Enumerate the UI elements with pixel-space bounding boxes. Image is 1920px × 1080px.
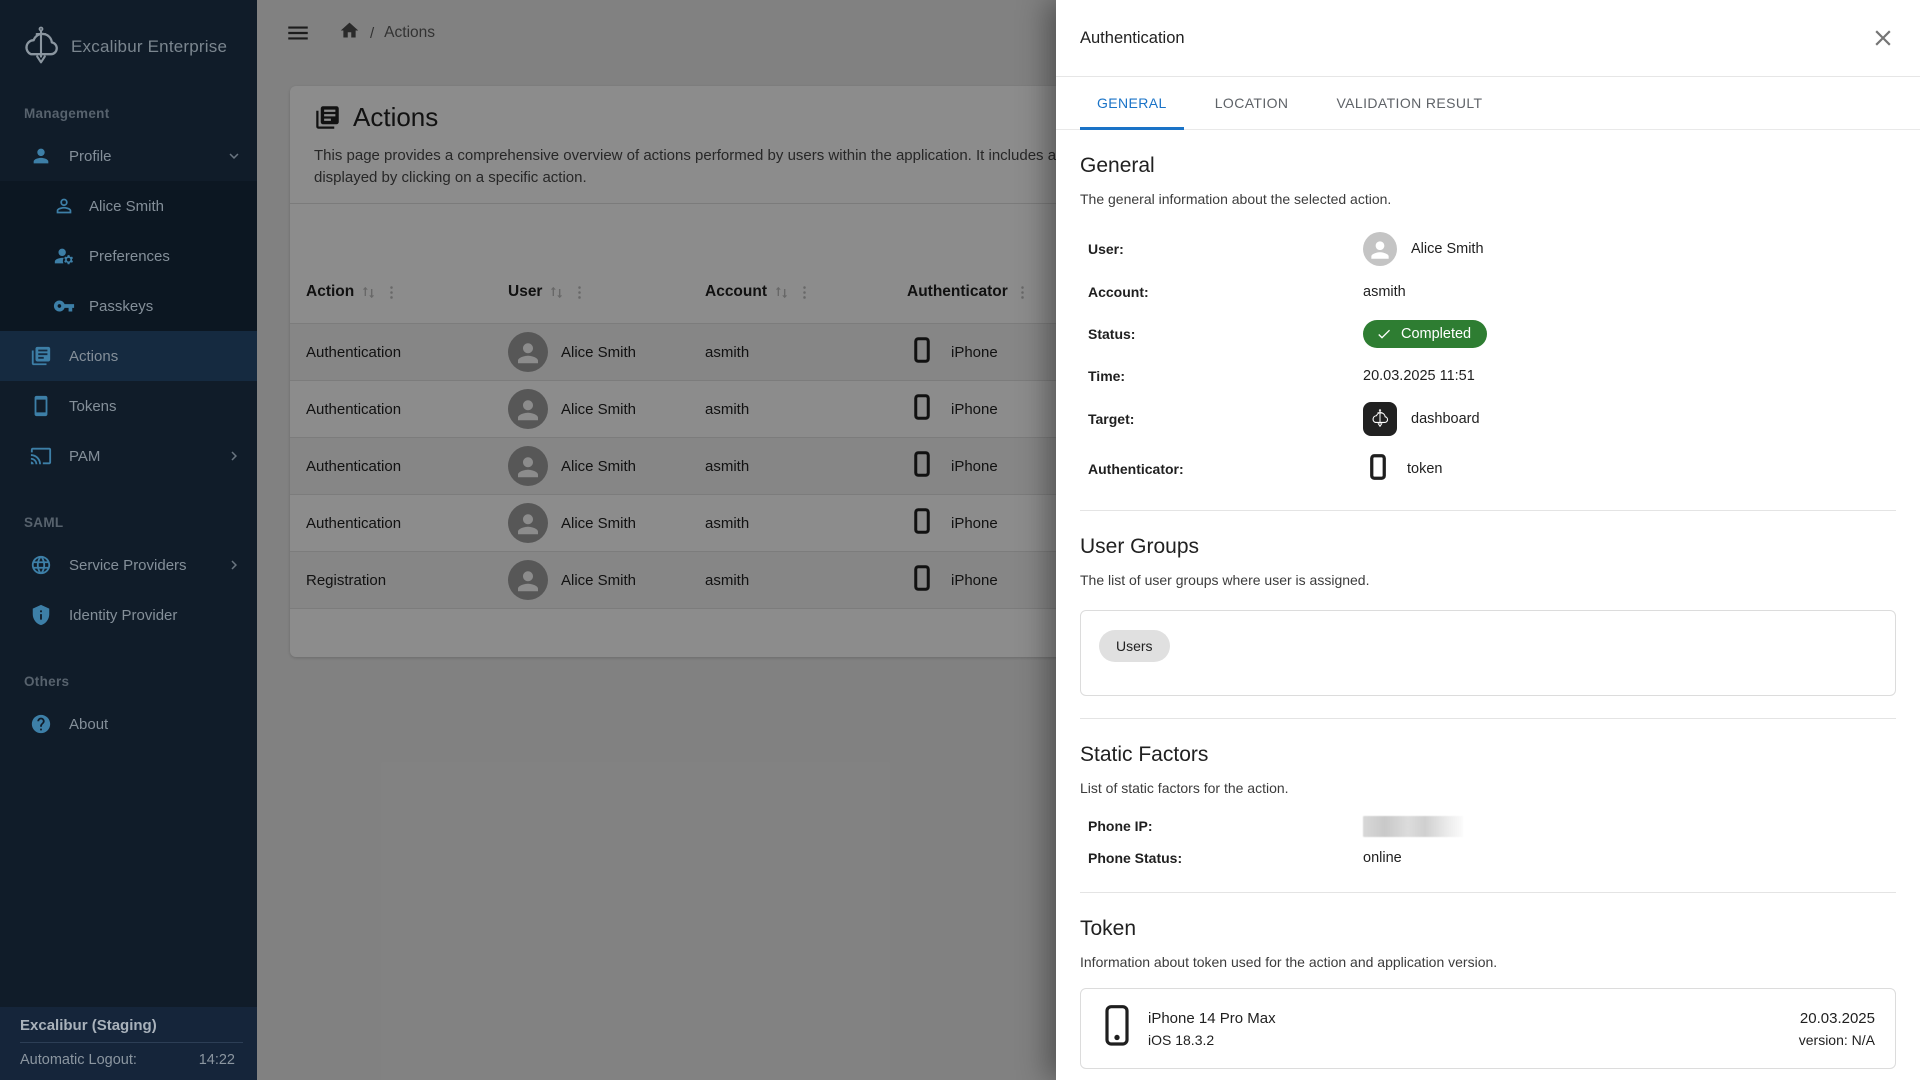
sidebar-item-label: Profile xyxy=(69,148,112,165)
user-groups-box: Users xyxy=(1080,610,1896,696)
time-value: 20.03.2025 11:51 xyxy=(1363,368,1475,384)
excalibur-logo-icon xyxy=(18,24,64,70)
smartphone-icon xyxy=(1101,1003,1133,1054)
sidebar-item-label: Alice Smith xyxy=(89,198,164,215)
static-factors-heading: Static Factors xyxy=(1080,743,1896,767)
target-label: Target: xyxy=(1088,411,1363,427)
globe-icon xyxy=(30,554,52,576)
section-divider xyxy=(1080,510,1896,511)
sidebar-item-label: Tokens xyxy=(69,398,117,415)
user-groups-heading: User Groups xyxy=(1080,535,1896,559)
environment-label: Excalibur (Staging) xyxy=(0,1007,257,1042)
sidebar-item-pam[interactable]: PAM xyxy=(0,431,257,481)
account-label: Account: xyxy=(1088,284,1363,300)
authenticator-value: token xyxy=(1407,461,1442,477)
brand: Excalibur Enterprise xyxy=(0,0,257,72)
sidebar-item-label: Passkeys xyxy=(89,298,153,315)
sidebar: Excalibur Enterprise Management Profile … xyxy=(0,0,257,1080)
sidebar-item-alice-smith[interactable]: Alice Smith xyxy=(0,181,257,231)
token-os-version: iOS 18.3.2 xyxy=(1148,1032,1276,1048)
status-label: Status: xyxy=(1088,326,1363,342)
avatar xyxy=(1363,232,1397,266)
sidebar-item-preferences[interactable]: Preferences xyxy=(0,231,257,281)
phone-ip-label: Phone IP: xyxy=(1088,818,1363,834)
cast-icon xyxy=(30,445,52,467)
sidebar-item-label: Identity Provider xyxy=(69,607,177,624)
close-icon[interactable] xyxy=(1870,25,1896,51)
phone-status-label: Phone Status: xyxy=(1088,850,1363,866)
sidebar-item-label: About xyxy=(69,716,108,733)
drawer-tabs: General Location Validation Result xyxy=(1056,77,1920,130)
sidebar-item-tokens[interactable]: Tokens xyxy=(0,381,257,431)
smartphone-icon xyxy=(30,395,52,417)
sidebar-item-profile[interactable]: Profile xyxy=(0,131,257,181)
general-fields: User: Alice Smith Account: asmith Status… xyxy=(1080,231,1896,488)
sidebar-item-label: PAM xyxy=(69,448,100,465)
authenticator-label: Authenticator: xyxy=(1088,461,1363,477)
status-badge: Completed xyxy=(1363,320,1487,348)
help-icon xyxy=(30,713,52,735)
tab-validation-result[interactable]: Validation Result xyxy=(1319,77,1499,129)
chevron-right-icon xyxy=(225,447,243,465)
sidebar-item-identity-provider[interactable]: Identity Provider xyxy=(0,590,257,640)
phone-ip-redacted-value xyxy=(1363,816,1463,837)
static-factors-description: List of static factors for the action. xyxy=(1080,780,1896,796)
token-device-name: iPhone 14 Pro Max xyxy=(1148,1010,1276,1027)
sidebar-item-label: Preferences xyxy=(89,248,170,265)
auto-logout-label: Automatic Logout: xyxy=(20,1052,137,1068)
shield-info-icon xyxy=(30,604,52,626)
phone-status-value: online xyxy=(1363,850,1402,866)
sidebar-footer: Excalibur (Staging) Automatic Logout: 14… xyxy=(0,1007,257,1080)
auto-logout-timer: 14:22 xyxy=(199,1052,235,1068)
section-divider xyxy=(1080,718,1896,719)
application-window: Excalibur Enterprise Management Profile … xyxy=(0,0,1920,1080)
sidebar-item-service-providers[interactable]: Service Providers xyxy=(0,540,257,590)
manage-accounts-icon xyxy=(53,245,75,267)
chevron-right-icon xyxy=(225,556,243,574)
tab-location[interactable]: Location xyxy=(1198,77,1306,129)
section-label-others: Others xyxy=(0,640,257,699)
token-heading: Token xyxy=(1080,917,1896,941)
general-heading: General xyxy=(1080,154,1896,178)
target-value: dashboard xyxy=(1411,411,1480,427)
person-outline-icon xyxy=(53,195,75,217)
token-date: 20.03.2025 xyxy=(1799,1010,1875,1027)
user-value: Alice Smith xyxy=(1411,241,1484,257)
sidebar-item-label: Service Providers xyxy=(69,557,187,574)
time-label: Time: xyxy=(1088,368,1363,384)
smartphone-icon xyxy=(1363,452,1393,486)
sidebar-item-actions[interactable]: Actions xyxy=(0,331,257,381)
excalibur-target-icon xyxy=(1363,402,1397,436)
profile-submenu: Alice Smith Preferences Passkeys xyxy=(0,181,257,331)
token-description: Information about token used for the act… xyxy=(1080,954,1896,970)
user-groups-description: The list of user groups where user is as… xyxy=(1080,572,1896,588)
drawer-title: Authentication xyxy=(1080,29,1185,48)
token-app-version: version: N/A xyxy=(1799,1032,1875,1048)
library-books-icon xyxy=(30,345,52,367)
person-icon xyxy=(30,145,52,167)
sidebar-item-label: Actions xyxy=(69,348,118,365)
section-label-management: Management xyxy=(0,72,257,131)
account-value: asmith xyxy=(1363,284,1406,300)
chevron-down-icon xyxy=(225,147,243,165)
section-label-saml: SAML xyxy=(0,481,257,540)
token-card: iPhone 14 Pro Max iOS 18.3.2 20.03.2025 … xyxy=(1080,988,1896,1069)
general-description: The general information about the select… xyxy=(1080,191,1896,207)
key-icon xyxy=(53,295,75,317)
group-chip-users[interactable]: Users xyxy=(1099,630,1170,662)
section-divider xyxy=(1080,892,1896,893)
detail-drawer: Authentication General Location Validati… xyxy=(1056,0,1920,1080)
user-label: User: xyxy=(1088,241,1363,257)
sidebar-item-passkeys[interactable]: Passkeys xyxy=(0,281,257,331)
sidebar-item-about[interactable]: About xyxy=(0,699,257,749)
check-icon xyxy=(1376,326,1392,342)
brand-name: Excalibur Enterprise xyxy=(71,37,227,57)
tab-general[interactable]: General xyxy=(1080,77,1184,129)
